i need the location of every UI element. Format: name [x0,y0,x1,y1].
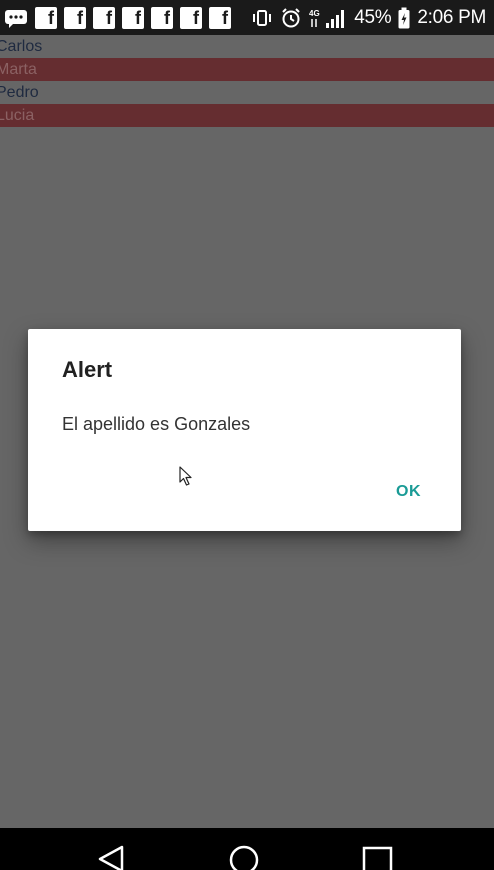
status-clock: 2:06 PM [417,6,486,28]
list-item-label: Carlos [0,38,43,55]
facebook-icon: f [93,6,115,29]
status-bar: f f f f f f f 4G 45% 2:06 PM [0,0,494,35]
list-item[interactable]: Carlos [0,35,494,58]
network-4g-icon: 4G [309,7,347,29]
screen: f f f f f f f 4G 45% 2:06 PM Carlos Mart… [0,0,494,870]
list-item-label: Pedro [0,84,39,101]
svg-text:4G: 4G [309,9,320,18]
recent-apps-button[interactable] [362,844,394,870]
battery-percent: 45% [354,6,392,28]
back-button[interactable] [97,844,127,870]
list-item-label: Marta [0,61,37,78]
notification-icons: f f f f f f f [4,6,231,29]
dialog-title: Alert [62,357,113,382]
alert-dialog: Alert El apellido es Gonzales OK [28,329,461,531]
home-button[interactable] [228,844,260,870]
facebook-icon: f [151,6,173,29]
list-item[interactable]: Lucia [0,104,494,127]
facebook-icon: f [64,6,86,29]
navigation-bar [0,828,494,870]
name-list: Carlos Marta Pedro Lucia [0,35,494,127]
facebook-icon: f [209,6,231,29]
ok-button[interactable]: OK [396,483,421,501]
facebook-icon: f [180,6,202,29]
battery-icon [398,7,410,29]
list-item-label: Lucia [0,107,35,124]
vibrate-icon [251,8,273,28]
facebook-icon: f [35,6,57,29]
dialog-message: El apellido es Gonzales [62,414,251,434]
alarm-icon [280,7,302,29]
facebook-icon: f [122,6,144,29]
messenger-icon [4,7,28,29]
system-icons: 4G 45% 2:06 PM [251,7,486,29]
list-item[interactable]: Pedro [0,81,494,104]
mouse-cursor-icon [179,466,193,491]
list-item[interactable]: Marta [0,58,494,81]
